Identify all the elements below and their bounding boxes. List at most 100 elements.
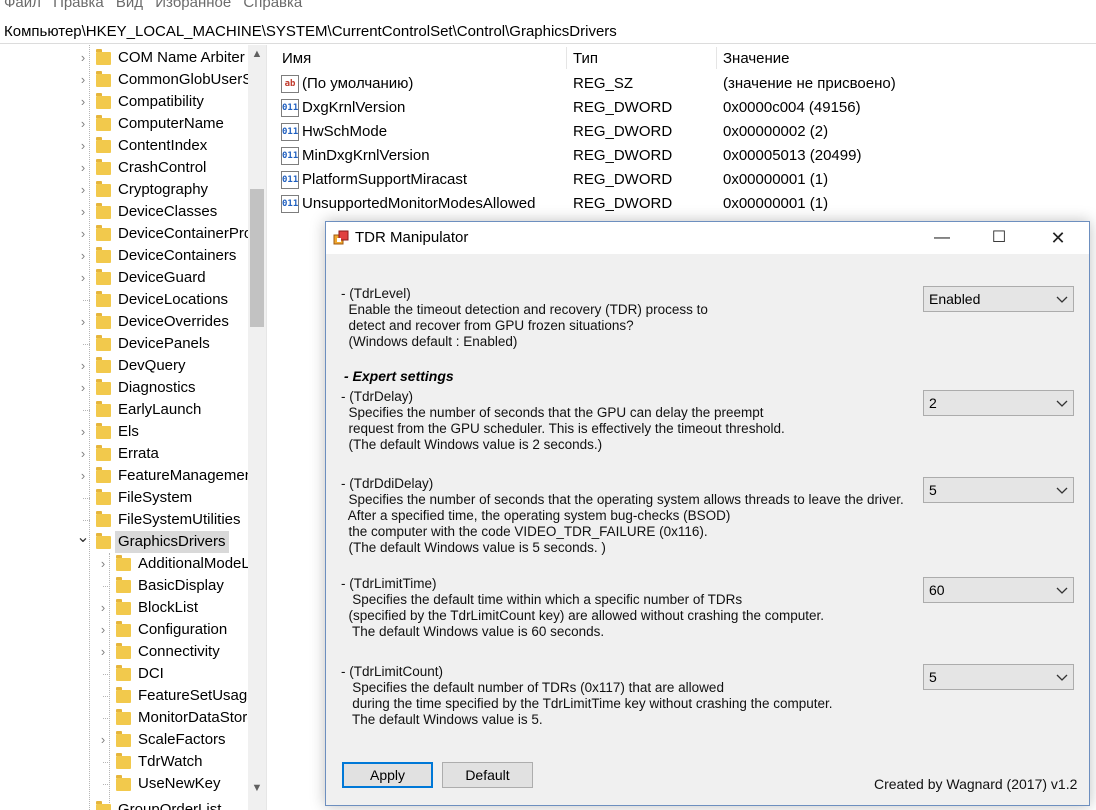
expand-chevron-icon[interactable]: › xyxy=(76,443,90,465)
expand-chevron-icon[interactable]: › xyxy=(76,377,90,399)
column-divider[interactable] xyxy=(566,47,567,69)
tdrlevel-value: Enabled xyxy=(929,291,981,307)
tree-item-partial[interactable]: GroupOrderList xyxy=(0,799,248,810)
maximize-button[interactable]: ☐ xyxy=(976,222,1022,254)
menu-edit[interactable]: Правка xyxy=(53,0,104,11)
column-divider[interactable] xyxy=(716,47,717,69)
column-header-data[interactable]: Значение xyxy=(723,45,790,73)
tree-child-item[interactable]: › BlockList xyxy=(0,597,248,619)
tree-child-item[interactable]: TdrWatch xyxy=(0,751,248,773)
scroll-thumb[interactable] xyxy=(250,189,264,327)
tree-item[interactable]: › Errata xyxy=(0,443,248,465)
apply-button[interactable]: Apply xyxy=(342,762,433,788)
expand-chevron-icon[interactable]: › xyxy=(76,421,90,443)
tree-item[interactable]: › DeviceClasses xyxy=(0,201,248,223)
expand-chevron-icon[interactable]: › xyxy=(76,311,90,333)
folder-icon xyxy=(116,709,131,725)
column-header-type[interactable]: Тип xyxy=(573,45,598,73)
tdrlevel-dropdown[interactable]: Enabled xyxy=(923,286,1074,312)
default-button[interactable]: Default xyxy=(442,762,533,788)
tree-item-label: GroupOrderList xyxy=(118,801,222,810)
tree-item-label: FeatureSetUsage xyxy=(138,687,256,704)
tdrddidelay-value: 5 xyxy=(929,482,937,498)
expand-chevron-icon[interactable]: › xyxy=(76,355,90,377)
menu-help[interactable]: Справка xyxy=(243,0,302,11)
tdrddidelay-dropdown[interactable]: 5 xyxy=(923,477,1074,503)
tree-item[interactable]: › DeviceContainerPropertyUpdateEvents xyxy=(0,223,266,245)
address-bar[interactable]: Компьютер\HKEY_LOCAL_MACHINE\SYSTEM\Curr… xyxy=(0,20,1096,44)
tree-item[interactable]: › DeviceGuard xyxy=(0,267,248,289)
tdrlimitcount-dropdown[interactable]: 5 xyxy=(923,664,1074,690)
tree-item[interactable]: FileSystemUtilities xyxy=(0,509,248,531)
value-row[interactable]: 011 PlatformSupportMiracast REG_DWORD 0x000… xyxy=(272,168,1096,192)
expand-chevron-icon[interactable]: › xyxy=(76,465,90,487)
column-header-name[interactable]: Имя xyxy=(282,45,311,73)
tree-child-item[interactable]: FeatureSetUsage xyxy=(0,685,256,707)
tree-item[interactable]: › FeatureManagement xyxy=(0,465,257,487)
menu-file[interactable]: Файл xyxy=(4,0,41,11)
tree-scrollbar[interactable]: ▲ ▼ xyxy=(248,45,266,810)
value-row[interactable]: ab (По умолчанию) REG_SZ (значение не присв… xyxy=(272,72,1096,96)
expand-chevron-icon[interactable]: › xyxy=(76,113,90,135)
dialog-titlebar[interactable]: TDR Manipulator — ☐ ✕ xyxy=(326,222,1089,254)
tdrlimitcount-description: - (TdrLimitCount) Specifies the default … xyxy=(341,664,833,727)
tree-item[interactable]: › CommonGlobUserSettings xyxy=(0,69,266,91)
value-row[interactable]: 011 MinDxgKrnlVersion REG_DWORD 0x00005013 … xyxy=(272,144,1096,168)
expand-chevron-icon[interactable]: › xyxy=(76,179,90,201)
expand-chevron-icon[interactable]: › xyxy=(76,201,90,223)
expand-chevron-icon[interactable]: › xyxy=(76,245,90,267)
expand-chevron-icon[interactable]: › xyxy=(76,135,90,157)
tree-child-item[interactable]: › ScaleFactors xyxy=(0,729,248,751)
tree-item[interactable]: › Diagnostics xyxy=(0,377,248,399)
expand-chevron-icon[interactable]: › xyxy=(96,641,110,663)
expand-chevron-icon[interactable]: › xyxy=(76,157,90,179)
folder-icon xyxy=(96,533,111,549)
tree-child-item[interactable]: DCI xyxy=(0,663,248,685)
expand-chevron-icon[interactable]: › xyxy=(96,597,110,619)
tree-item[interactable]: ⌄ GraphicsDrivers xyxy=(0,530,248,553)
expand-chevron-icon[interactable]: › xyxy=(96,729,110,751)
expand-chevron-icon[interactable]: › xyxy=(76,69,90,91)
tree-item-label: Compatibility xyxy=(118,93,204,110)
tree-child-item[interactable]: MonitorDataStore xyxy=(0,707,256,729)
minimize-button[interactable]: — xyxy=(919,222,965,254)
tdrlimittime-dropdown[interactable]: 60 xyxy=(923,577,1074,603)
tree-item[interactable]: FileSystem xyxy=(0,487,248,509)
tree-item[interactable]: › Cryptography xyxy=(0,179,248,201)
expand-chevron-icon[interactable]: › xyxy=(76,223,90,245)
tree-item[interactable]: › CrashControl xyxy=(0,157,248,179)
scroll-down-icon[interactable]: ▼ xyxy=(248,782,266,794)
close-button[interactable]: ✕ xyxy=(1035,222,1081,254)
value-row[interactable]: 011 DxgKrnlVersion REG_DWORD 0x0000c004 (49… xyxy=(272,96,1096,120)
value-row[interactable]: 011 HwSchMode REG_DWORD 0x00000002 (2) xyxy=(272,120,1096,144)
menu-view[interactable]: Вид xyxy=(116,0,143,11)
tree-item[interactable]: › Els xyxy=(0,421,248,443)
menu-favorites[interactable]: Избранное xyxy=(155,0,231,11)
expand-chevron-icon[interactable]: › xyxy=(76,91,90,113)
tree-item[interactable]: › DeviceOverrides xyxy=(0,311,248,333)
tree-child-item[interactable]: BasicDisplay xyxy=(0,575,248,597)
tree-item[interactable]: › DeviceContainers xyxy=(0,245,248,267)
tree-item[interactable]: DevicePanels xyxy=(0,333,248,355)
tree-child-item[interactable]: › Configuration xyxy=(0,619,248,641)
tree-item[interactable]: EarlyLaunch xyxy=(0,399,248,421)
tree-item[interactable]: › ComputerName xyxy=(0,113,248,135)
tree-child-item[interactable]: › Connectivity xyxy=(0,641,248,663)
tree-child-item[interactable]: UseNewKey xyxy=(0,773,248,795)
expand-chevron-icon[interactable]: › xyxy=(76,267,90,289)
scroll-up-icon[interactable]: ▲ xyxy=(248,48,266,60)
tdrdelay-dropdown[interactable]: 2 xyxy=(923,390,1074,416)
tree-item[interactable]: › Compatibility xyxy=(0,91,248,113)
value-row[interactable]: 011 UnsupportedMonitorModesAllowed REG_DWO… xyxy=(272,192,1096,216)
tree-item[interactable]: DeviceLocations xyxy=(0,289,248,311)
tree-item[interactable]: › COM Name Arbiter xyxy=(0,47,248,69)
folder-icon xyxy=(96,159,111,175)
expand-chevron-icon[interactable]: › xyxy=(96,619,110,641)
expand-chevron-icon[interactable]: › xyxy=(76,47,90,69)
folder-icon xyxy=(96,93,111,109)
tree-item[interactable]: › ContentIndex xyxy=(0,135,248,157)
collapse-chevron-icon[interactable]: ⌄ xyxy=(76,530,90,553)
tree-item[interactable]: › DevQuery xyxy=(0,355,248,377)
expand-chevron-icon[interactable]: › xyxy=(96,553,110,575)
tree-child-item[interactable]: › AdditionalModeLists xyxy=(0,553,266,575)
